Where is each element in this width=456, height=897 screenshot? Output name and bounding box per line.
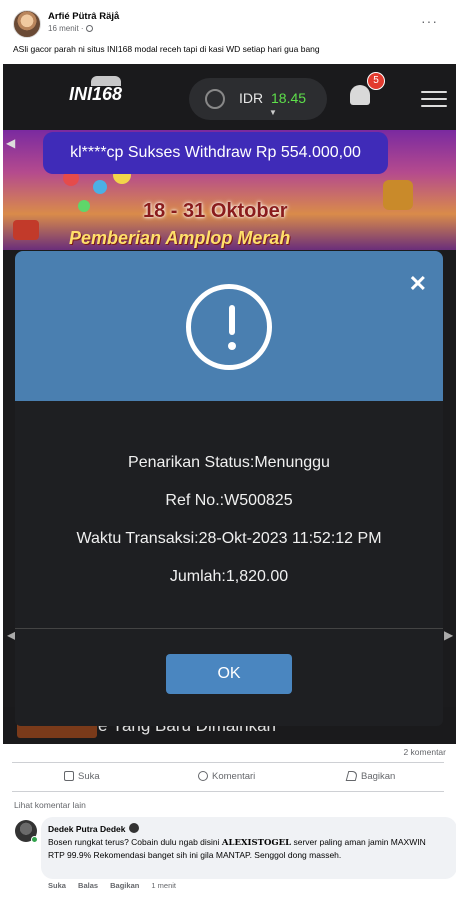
menu-icon (421, 91, 447, 112)
refresh-icon (205, 89, 225, 109)
modal-divider (15, 628, 443, 629)
alert-icon (186, 284, 272, 370)
modal-header: ✕ (15, 251, 443, 401)
comment-actions: Suka Balas Bagikan 1 menit (48, 881, 186, 890)
comment-bubble: Dedek Putra Dedek Bosen rungkat terus? C… (41, 817, 456, 879)
share-label: Bagikan (361, 771, 396, 782)
online-status-icon (31, 836, 38, 843)
notification-badge: 5 (367, 72, 385, 90)
commenter-name[interactable]: Dedek Putra Dedek (48, 823, 140, 834)
speaker-icon: ◀ (6, 136, 16, 150)
comment-label: Komentari (212, 771, 256, 782)
site-topbar: INI168 IDR 18.45 ▼ 5 (3, 64, 456, 130)
balance-currency: IDR (239, 90, 264, 106)
comment-icon (198, 771, 208, 781)
site-logo: INI168 (69, 84, 123, 104)
post-time-text: 16 menit · (48, 24, 84, 33)
commenter-name-text: Dedek Putra Dedek (48, 824, 126, 834)
author-avatar[interactable] (13, 10, 41, 38)
promo-date: 18 - 31 Oktober (143, 200, 288, 222)
comment-time: 1 menit (151, 881, 177, 890)
thumbs-up-icon (64, 771, 74, 781)
like-label: Suka (78, 771, 100, 782)
comment-share-link[interactable]: Bagikan (110, 881, 139, 890)
comment-like-link[interactable]: Suka (48, 881, 66, 890)
post-actions: Suka Komentari Bagikan (12, 762, 444, 792)
amount-text: Jumlah:1,820.00 (169, 568, 289, 585)
comment-reply-link[interactable]: Balas (78, 881, 98, 890)
share-icon (345, 771, 359, 781)
close-icon[interactable]: ✕ (409, 271, 427, 297)
comment-highlight: ALEXISTOGEL (221, 838, 292, 848)
more-options-button[interactable]: ··· (421, 13, 438, 29)
comment-button[interactable]: Komentari (198, 771, 255, 782)
comment-text-start: Bosen rungkat terus? Cobain dulu ngab di… (48, 837, 222, 847)
post-header: Arfié Pütrâ Räjå 16 menit · ··· ASli gac… (0, 0, 456, 64)
post-caption: ASli gacor parah ni situs INI168 modal r… (13, 44, 320, 54)
post-image[interactable]: INI168 IDR 18.45 ▼ 5 ◀ kl****cp Sukses W… (3, 64, 456, 744)
comment-count[interactable]: 2 komentar (403, 747, 446, 757)
post-time[interactable]: 16 menit · (48, 24, 93, 33)
fan-badge-icon (129, 823, 140, 833)
withdraw-status-modal: ✕ Penarikan Status:Menunggu Ref No.:W500… (15, 251, 443, 726)
comment-text: Bosen rungkat terus? Cobain dulu ngab di… (48, 836, 426, 861)
balance-pill: IDR 18.45 ▼ (189, 78, 327, 120)
chevron-down-icon: ▼ (269, 108, 277, 117)
ref-number-text: Ref No.:W500825 (165, 492, 293, 509)
view-more-comments[interactable]: Lihat komentar lain (14, 800, 86, 810)
withdraw-ticker: kl****cp Sukses Withdraw Rp 554.000,00 (43, 132, 388, 174)
globe-icon (85, 25, 93, 32)
author-name[interactable]: Arfié Pütrâ Räjå (48, 11, 119, 22)
ok-button[interactable]: OK (166, 654, 292, 694)
promo-title: Pemberian Amplop Merah (69, 228, 291, 248)
chevron-right-icon: ▶ (444, 628, 454, 642)
share-button[interactable]: Bagikan (345, 771, 396, 782)
transaction-time-text: Waktu Transaksi:28-Okt-2023 11:52:12 PM (76, 530, 382, 547)
balance-value: 18.45 (271, 90, 307, 106)
withdraw-status-text: Penarikan Status:Menunggu (128, 454, 330, 471)
like-button[interactable]: Suka (64, 771, 100, 782)
